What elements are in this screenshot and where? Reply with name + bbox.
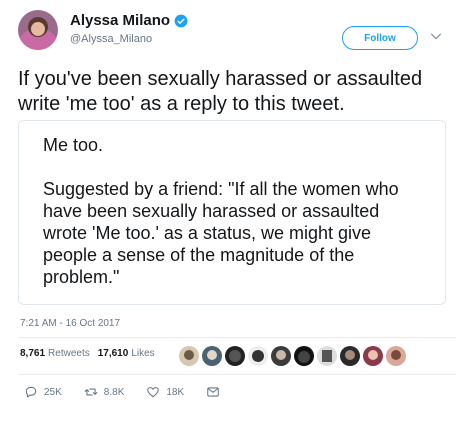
retweet-icon: [84, 388, 98, 396]
direct-message-button[interactable]: [206, 385, 226, 399]
liker-avatar[interactable]: [385, 345, 407, 367]
liker-avatars: [178, 345, 408, 367]
author-handle[interactable]: @Alyssa_Milano: [70, 33, 152, 45]
verified-badge-icon: [174, 14, 188, 27]
tweet: Alyssa Milano @Alyssa_Milano Follow If y…: [0, 0, 474, 422]
retweet-count: 8.8K: [103, 386, 125, 398]
tweet-timestamp[interactable]: 7:21 AM - 16 Oct 2017: [20, 318, 120, 329]
author-name[interactable]: Alyssa Milano: [70, 12, 170, 29]
divider: [18, 337, 456, 338]
tweet-text: If you've been sexually harassed or assa…: [18, 68, 423, 115]
retweet-button[interactable]: 8.8K: [84, 385, 125, 399]
reply-icon: [25, 386, 37, 398]
engagement-stats: 8,761 Retweets 17,610 Likes: [20, 348, 163, 359]
liker-avatar[interactable]: [201, 345, 223, 367]
message-icon: [207, 387, 219, 397]
tweet-actions: 25K 8.8K 18K: [24, 385, 248, 399]
liker-avatar[interactable]: [247, 345, 269, 367]
reply-button[interactable]: 25K: [24, 385, 62, 399]
heart-icon: [147, 387, 160, 398]
liker-avatar[interactable]: [270, 345, 292, 367]
chevron-down-icon[interactable]: [429, 29, 443, 43]
liker-avatar[interactable]: [339, 345, 361, 367]
liker-avatar[interactable]: [178, 345, 200, 367]
likes-count[interactable]: 17,610: [98, 348, 129, 359]
card-text: Me too. Suggested by a friend: "If all t…: [43, 135, 399, 287]
liker-avatar[interactable]: [224, 345, 246, 367]
liker-avatar[interactable]: [293, 345, 315, 367]
divider: [18, 374, 456, 375]
like-count: 18K: [166, 386, 185, 398]
reply-count: 25K: [44, 386, 62, 398]
retweets-count[interactable]: 8,761: [20, 348, 45, 359]
retweets-label[interactable]: Retweets: [48, 348, 90, 359]
liker-avatar[interactable]: [362, 345, 384, 367]
like-button[interactable]: 18K: [146, 385, 184, 399]
liker-avatar[interactable]: [316, 345, 338, 367]
quoted-text-card: Me too. Suggested by a friend: "If all t…: [18, 120, 446, 305]
author-avatar[interactable]: [18, 10, 58, 50]
follow-button[interactable]: Follow: [342, 26, 418, 50]
likes-label[interactable]: Likes: [131, 348, 154, 359]
